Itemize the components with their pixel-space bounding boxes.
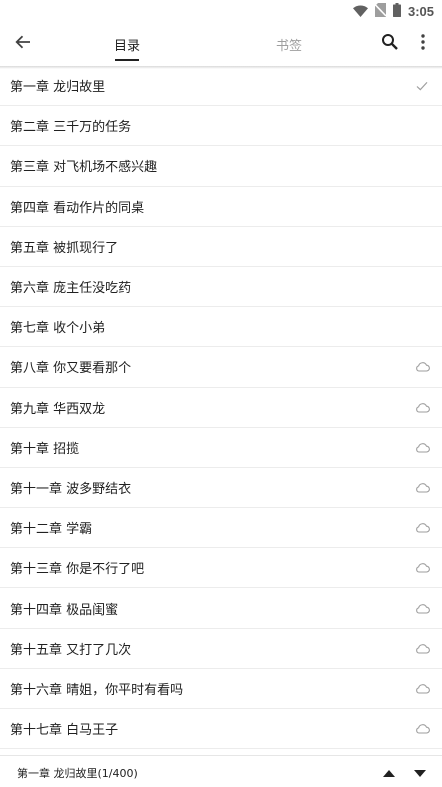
- chapter-row[interactable]: 第六章 庞主任没吃药: [0, 267, 442, 308]
- chapter-row[interactable]: 第二章 三千万的任务: [0, 106, 442, 147]
- arrow-left-icon: [14, 33, 32, 55]
- chapter-row[interactable]: 第九章 华西双龙: [0, 388, 442, 428]
- chapter-title: 第十七章 白马王子: [10, 723, 119, 739]
- search-icon: [381, 33, 399, 55]
- cloud-icon: [414, 682, 430, 694]
- reading-progress: 第一章 龙归故里(1/400): [17, 767, 138, 780]
- chapter-row[interactable]: 第一章 龙归故里: [0, 66, 442, 107]
- status-time: 3:05: [407, 3, 434, 19]
- chapter-title: 第十五章 又打了几次: [10, 642, 132, 658]
- chapter-title: 第八章 你又要看那个: [10, 361, 132, 377]
- chapter-title: 第十四章 极品闺蜜: [10, 602, 119, 618]
- scroll-up-button[interactable]: [380, 764, 398, 780]
- cloud-icon: [414, 522, 430, 534]
- tab-indicator: [115, 59, 139, 61]
- back-button[interactable]: [10, 31, 36, 57]
- chapter-row[interactable]: 第十二章 学霸: [0, 508, 442, 549]
- status-bar: 3:05: [0, 0, 442, 22]
- chapter-title: 第十章 招揽: [10, 441, 80, 457]
- cloud-icon: [414, 361, 430, 373]
- chapter-title: 第四章 看动作片的同桌: [10, 200, 145, 216]
- chapter-row[interactable]: 第八章 你又要看那个: [0, 347, 442, 388]
- chapter-row[interactable]: 第十六章 晴姐，你平时有看吗: [0, 669, 442, 709]
- toolbar: 目录 书签: [0, 22, 442, 66]
- chapter-list[interactable]: 第一章 龙归故里第二章 三千万的任务第三章 对飞机场不感兴趣 第四章 看动作片的同…: [0, 66, 442, 755]
- more-options-button[interactable]: [411, 31, 435, 57]
- chapter-row[interactable]: 第十一章 波多野结衣: [0, 468, 442, 509]
- chapter-title: 第十二章 学霸: [10, 522, 93, 538]
- more-vertical-icon: [421, 34, 425, 54]
- cloud-icon: [414, 602, 430, 614]
- chapter-row[interactable]: 第十三章 你是不行了吧: [0, 548, 442, 589]
- chapter-title: 第五章 被抓现行了: [10, 240, 119, 256]
- chapter-row[interactable]: 第十七章 白马王子: [0, 709, 442, 750]
- check-icon: [414, 80, 430, 92]
- chapter-title: 第七章 收个小弟: [10, 321, 106, 337]
- chapter-title: 第三章 对飞机场不感兴趣: [10, 160, 158, 176]
- chapter-title: 第十六章 晴姐，你平时有看吗: [10, 682, 184, 698]
- cloud-icon: [414, 642, 430, 654]
- cloud-icon: [414, 562, 430, 574]
- battery-icon: [392, 2, 401, 21]
- status-icons: 3:05: [352, 2, 434, 21]
- chapter-row[interactable]: 第十四章 极品闺蜜: [0, 588, 442, 629]
- chapter-row[interactable]: 第五章 被抓现行了: [0, 227, 442, 267]
- chapter-row[interactable]: 第十五章 又打了几次: [0, 629, 442, 669]
- chapter-title: 第六章 庞主任没吃药: [10, 281, 132, 297]
- chapter-title: 第十三章 你是不行了吧: [10, 562, 145, 578]
- tab-bookmarks[interactable]: 书签: [258, 22, 320, 66]
- wifi-icon: [352, 2, 368, 21]
- chapter-row[interactable]: 第四章 看动作片的同桌: [0, 187, 442, 227]
- chapter-title: 第二章 三千万的任务: [10, 120, 132, 136]
- chapter-row[interactable]: 第三章 对飞机场不感兴趣: [0, 146, 442, 187]
- cloud-icon: [414, 723, 430, 735]
- search-button[interactable]: [377, 31, 403, 57]
- bottom-bar: 第一章 龙归故里(1/400): [0, 755, 442, 787]
- cloud-icon: [414, 441, 430, 453]
- scroll-down-button[interactable]: [411, 764, 429, 780]
- chapter-title: 第十一章 波多野结衣: [10, 481, 132, 497]
- triangle-down-icon: [413, 763, 427, 782]
- chapter-title: 第九章 华西双龙: [10, 401, 106, 417]
- cloud-icon: [414, 401, 430, 413]
- no-sim-icon: [374, 2, 387, 21]
- cloud-icon: [414, 481, 430, 493]
- chapter-row[interactable]: 第十章 招揽: [0, 428, 442, 468]
- chapter-title: 第一章 龙归故里: [10, 80, 106, 96]
- triangle-up-icon: [382, 763, 396, 782]
- chapter-row[interactable]: 第七章 收个小弟: [0, 307, 442, 348]
